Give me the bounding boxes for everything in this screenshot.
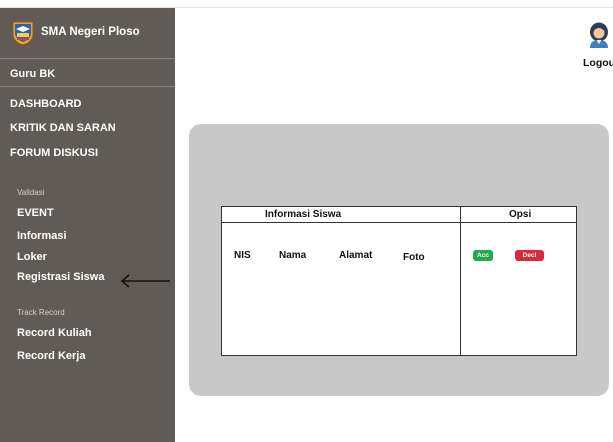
sidebar-item-record-kuliah[interactable]: Record Kuliah xyxy=(17,327,92,339)
user-avatar-icon[interactable] xyxy=(588,22,610,48)
section-label-validasi: Validasi xyxy=(17,188,45,197)
column-nama: Nama xyxy=(279,250,307,261)
user-role: Guru BK xyxy=(10,68,56,80)
sidebar-divider xyxy=(0,58,175,59)
decl-button[interactable]: Decl xyxy=(515,250,544,261)
sidebar: SMA Negeri Ploso Guru BK DASHBOARD KRITI… xyxy=(0,8,175,442)
sidebar-item-loker[interactable]: Loker xyxy=(17,251,47,263)
header-opsi: Opsi xyxy=(509,209,532,220)
header-informasi-siswa: Informasi Siswa xyxy=(265,209,342,220)
section-label-track-record: Track Record xyxy=(17,308,65,317)
school-logo-icon xyxy=(12,21,34,46)
sidebar-divider xyxy=(0,86,175,87)
logout-button[interactable]: Logout xyxy=(583,57,613,69)
sidebar-item-registrasi-siswa[interactable]: Registrasi Siswa xyxy=(17,271,104,283)
table-column-divider xyxy=(460,207,461,355)
acc-button[interactable]: Acc xyxy=(473,250,493,261)
sidebar-item-kritik-dan-saran[interactable]: KRITIK DAN SARAN xyxy=(10,122,116,134)
arrow-left-icon xyxy=(120,274,170,288)
column-nis: NIS xyxy=(234,250,251,261)
column-foto: Foto xyxy=(403,252,425,263)
sidebar-item-forum-diskusi[interactable]: FORUM DISKUSI xyxy=(10,147,98,159)
student-registration-table: Informasi Siswa Opsi NIS Nama Alamat Fot… xyxy=(221,206,577,356)
sidebar-item-record-kerja[interactable]: Record Kerja xyxy=(17,350,85,362)
brand[interactable]: SMA Negeri Ploso xyxy=(0,8,175,58)
column-alamat: Alamat xyxy=(339,250,373,261)
sidebar-item-dashboard[interactable]: DASHBOARD xyxy=(10,98,82,110)
table-header-divider xyxy=(222,222,576,223)
sidebar-item-informasi[interactable]: Informasi xyxy=(17,230,67,242)
school-name: SMA Negeri Ploso xyxy=(41,26,140,38)
sidebar-item-event[interactable]: EVENT xyxy=(17,207,54,219)
